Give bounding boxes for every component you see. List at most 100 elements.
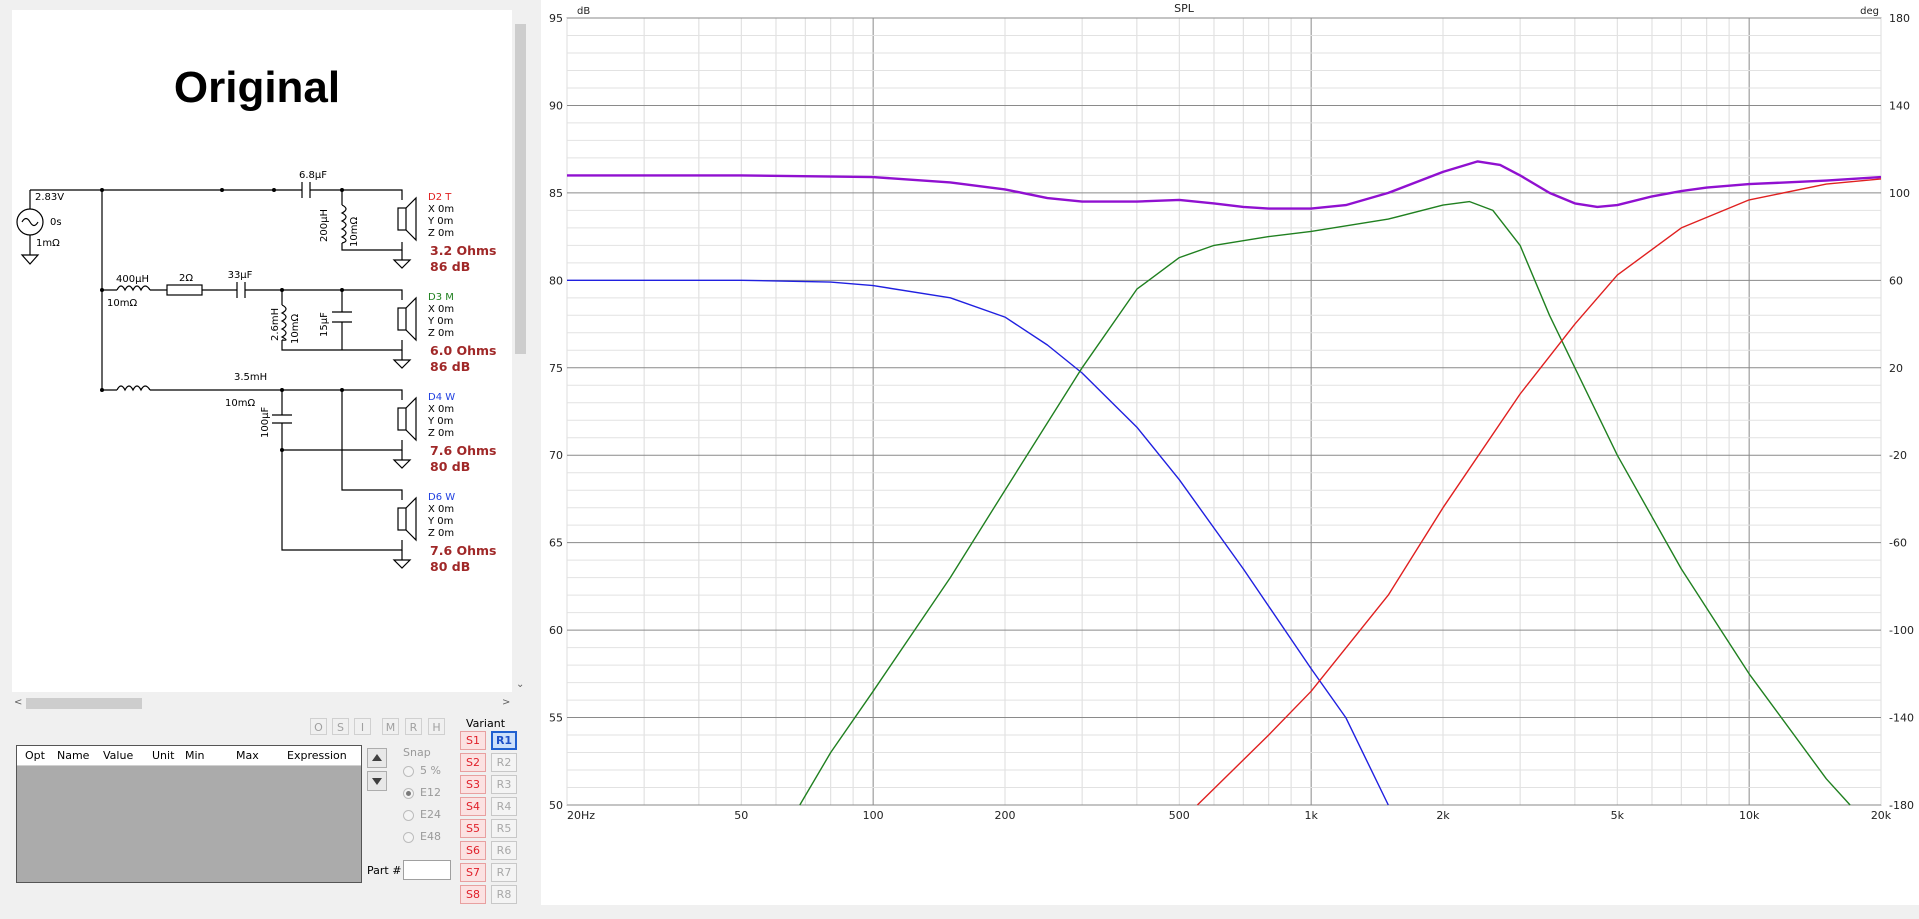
driver-d6[interactable]: D6 W X 0m Y 0m Z 0m 7.6 Ohms 80 dB: [427, 492, 497, 574]
y2-tick-label: -60: [1889, 537, 1907, 550]
column-expression[interactable]: Expression: [287, 749, 347, 762]
column-unit[interactable]: Unit: [152, 749, 174, 762]
variant-button-r8[interactable]: R8: [491, 885, 517, 904]
snap-option-label: E24: [420, 808, 441, 821]
move-down-button[interactable]: [367, 771, 387, 791]
up-arrow-icon: [372, 754, 382, 761]
snap-radio-e24[interactable]: [403, 810, 414, 821]
column-name[interactable]: Name: [57, 749, 89, 762]
snap-radio-e12[interactable]: [403, 788, 414, 799]
toolbar-button-h[interactable]: H: [428, 718, 445, 735]
source-voltage: 2.83V: [35, 192, 64, 203]
driver-x: X 0m: [428, 304, 454, 315]
driver-name: D4 W: [428, 392, 455, 403]
scroll-right-icon[interactable]: >: [502, 696, 510, 710]
schematic-title: Original: [174, 63, 340, 112]
driver-z: Z 0m: [428, 228, 454, 239]
driver-db: 86 dB: [430, 359, 470, 374]
driver-ohms: 7.6 Ohms: [430, 443, 497, 458]
snap-radio-5pct[interactable]: [403, 766, 414, 777]
column-opt[interactable]: Opt: [25, 749, 45, 762]
variant-button-s2[interactable]: S2: [460, 753, 486, 772]
spl-graph-panel[interactable]: 20Hz 50 100 200 500 1k 2k 5k 10k 20k 95 90 85 80 75 70 6…: [541, 0, 1919, 905]
y-tick-label: 65: [549, 537, 563, 550]
schematic-panel: Original 2.83V 0s 1mΩ 6.8µF 200µH 10mΩ 4…: [0, 0, 535, 919]
parameter-table[interactable]: Opt Name Value Unit Min Max Expression: [16, 745, 362, 883]
snap-option-label: 5 %: [420, 764, 441, 777]
source-resistance: 1mΩ: [36, 238, 60, 249]
r1-value: 2Ω: [179, 273, 193, 284]
vertical-scrollbar[interactable]: ⌄: [512, 10, 529, 692]
driver-ohms: 6.0 Ohms: [430, 343, 497, 358]
y-tick-label: 85: [549, 187, 563, 200]
toolbar-button-s[interactable]: S: [332, 718, 349, 735]
y-tick-label: 50: [549, 799, 563, 812]
table-header: Opt Name Value Unit Min Max Expression: [17, 746, 361, 766]
c3-value: 15µF: [319, 312, 330, 337]
y-tick-label: 80: [549, 274, 563, 287]
c2-value: 33µF: [228, 270, 253, 281]
x-tick-label: 500: [1169, 809, 1190, 822]
y-tick-label: 55: [549, 712, 563, 725]
part-number-input[interactable]: [403, 860, 451, 880]
variant-button-r6[interactable]: R6: [491, 841, 517, 860]
snap-option-label: E12: [420, 786, 441, 799]
driver-d3[interactable]: D3 M X 0m Y 0m Z 0m 6.0 Ohms 86 dB: [427, 292, 497, 374]
toolbar-button-o[interactable]: O: [310, 718, 327, 735]
variant-button-r4[interactable]: R4: [491, 797, 517, 816]
l3-resistance: 10mΩ: [290, 314, 301, 344]
schematic-canvas[interactable]: Original 2.83V 0s 1mΩ 6.8µF 200µH 10mΩ 4…: [12, 10, 512, 692]
variant-button-s6[interactable]: S6: [460, 841, 486, 860]
driver-d2[interactable]: D2 T X 0m Y 0m Z 0m 3.2 Ohms 86 dB: [427, 192, 497, 274]
column-value[interactable]: Value: [103, 749, 133, 762]
snap-option-label: E48: [420, 830, 441, 843]
driver-x: X 0m: [428, 204, 454, 215]
driver-z: Z 0m: [428, 428, 454, 439]
toolbar-button-m[interactable]: M: [382, 718, 399, 735]
driver-db: 80 dB: [430, 459, 470, 474]
variant-button-s8[interactable]: S8: [460, 885, 486, 904]
scroll-left-icon[interactable]: <: [14, 696, 22, 710]
scroll-down-icon[interactable]: ⌄: [516, 678, 524, 692]
y-tick-label: 95: [549, 12, 563, 25]
variant-button-r5[interactable]: R5: [491, 819, 517, 838]
x-tick-label: 10k: [1739, 809, 1760, 822]
y-axis-unit-right: deg: [1860, 6, 1879, 17]
variant-button-s3[interactable]: S3: [460, 775, 486, 794]
driver-z: Z 0m: [428, 528, 454, 539]
vertical-scroll-thumb[interactable]: [515, 24, 526, 354]
driver-db: 80 dB: [430, 559, 470, 574]
down-arrow-icon: [372, 778, 382, 785]
spl-chart[interactable]: 20Hz 50 100 200 500 1k 2k 5k 10k 20k9590858075706…: [541, 0, 1919, 905]
driver-x: X 0m: [428, 404, 454, 415]
snap-radio-e48[interactable]: [403, 832, 414, 843]
column-min[interactable]: Min: [185, 749, 205, 762]
horizontal-scroll-thumb[interactable]: [26, 698, 142, 709]
variant-button-r1[interactable]: R1: [491, 731, 517, 750]
column-max[interactable]: Max: [236, 749, 259, 762]
toolbar-button-i[interactable]: I: [354, 718, 371, 735]
variant-button-r7[interactable]: R7: [491, 863, 517, 882]
horizontal-scrollbar[interactable]: < >: [12, 695, 512, 712]
driver-name: D3 M: [428, 292, 454, 303]
toolbar-button-r[interactable]: R: [405, 718, 422, 735]
variant-button-s1[interactable]: S1: [460, 731, 486, 750]
variant-button-r2[interactable]: R2: [491, 753, 517, 772]
plot-area: [566, 17, 1882, 806]
y-axis-unit-left: dB: [577, 6, 590, 17]
y2-tick-label: -180: [1889, 799, 1914, 812]
variant-button-s4[interactable]: S4: [460, 797, 486, 816]
y2-tick-label: 140: [1889, 99, 1910, 112]
x-tick-label: 1k: [1304, 809, 1318, 822]
chart-title: SPL: [1174, 2, 1195, 15]
variant-label: Variant: [466, 717, 506, 730]
variant-button-r3[interactable]: R3: [491, 775, 517, 794]
x-tick-label: 200: [995, 809, 1016, 822]
variant-button-s7[interactable]: S7: [460, 863, 486, 882]
move-up-button[interactable]: [367, 748, 387, 768]
variant-button-s5[interactable]: S5: [460, 819, 486, 838]
driver-y: Y 0m: [427, 416, 453, 427]
c4-value: 100µF: [260, 407, 271, 438]
driver-d4[interactable]: D4 W X 0m Y 0m Z 0m 7.6 Ohms 80 dB: [427, 392, 497, 474]
y2-tick-label: -140: [1889, 712, 1914, 725]
